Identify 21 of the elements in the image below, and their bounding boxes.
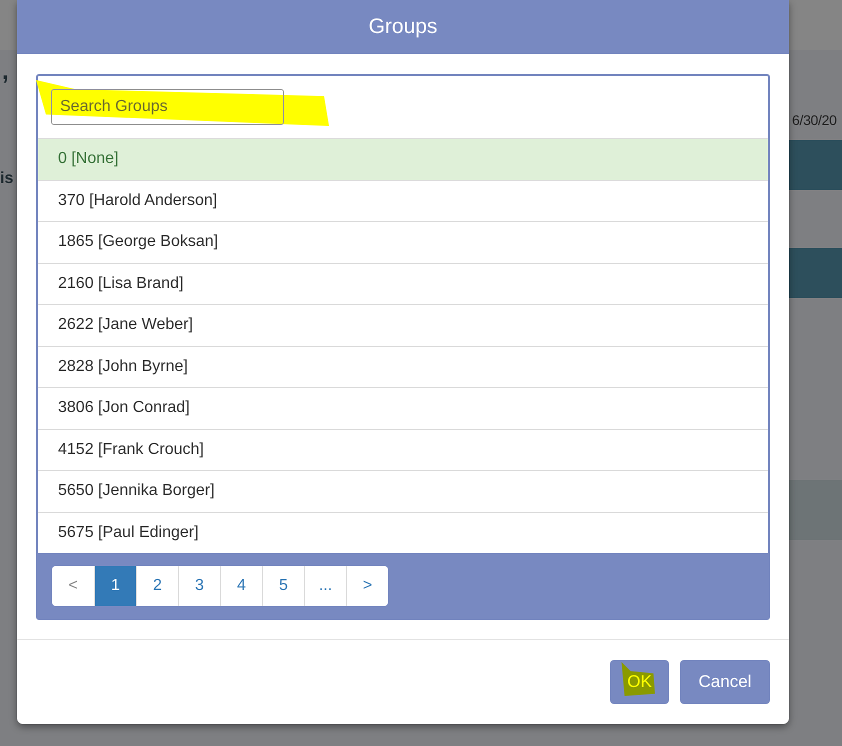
background-band [789,140,842,190]
group-row[interactable]: 370 [Harold Anderson] [38,180,768,221]
group-row[interactable]: 5650 [Jennika Borger] [38,470,768,512]
background-text: , [2,58,9,86]
group-row[interactable]: 2622 [Jane Weber] [38,304,768,346]
group-row[interactable]: 0 [None] [38,138,768,180]
ok-button[interactable]: OK [610,660,669,704]
cancel-button[interactable]: Cancel [680,660,770,704]
group-row[interactable]: 4152 [Frank Crouch] [38,428,768,470]
page-button[interactable]: 1 [94,566,136,606]
group-row[interactable]: 1865 [George Boksan] [38,221,768,262]
next-page-button[interactable]: > [346,566,388,606]
group-row[interactable]: 2828 [John Byrne] [38,346,768,387]
search-field[interactable]: Search Groups [51,89,284,125]
background-band [789,480,842,540]
dialog-title: Groups [368,15,438,39]
background-date: 6/30/20 [792,112,837,128]
group-row[interactable]: 3806 [Jon Conrad] [38,387,768,428]
background-text: is [0,170,14,188]
group-row[interactable]: 2160 [Lisa Brand] [38,262,768,304]
background-band [789,248,842,298]
